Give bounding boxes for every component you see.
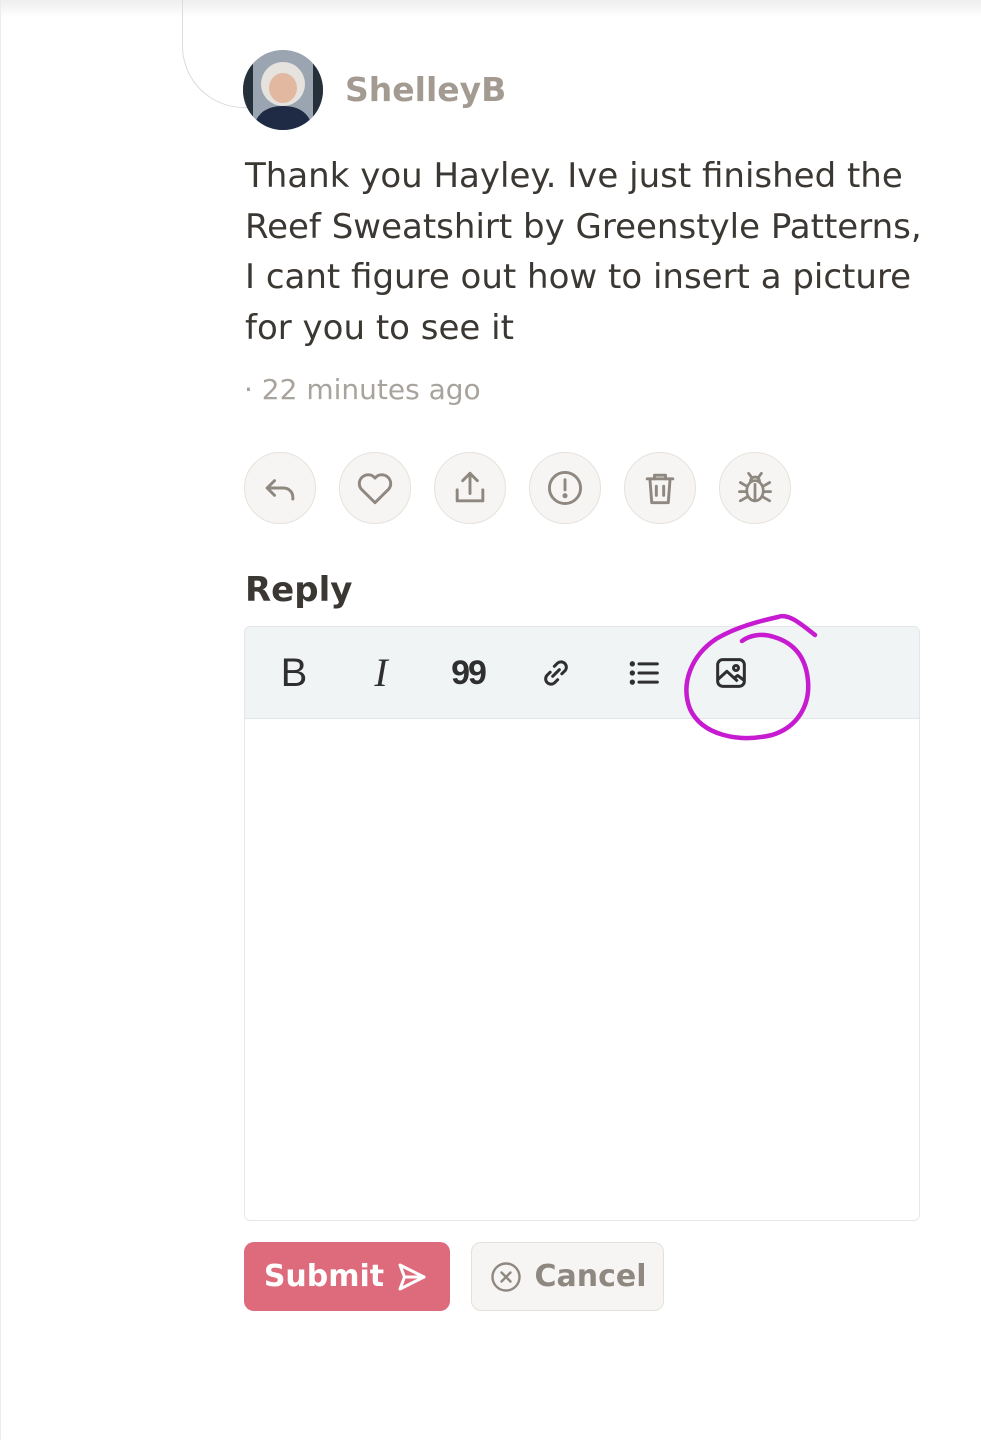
- link-icon: [544, 660, 568, 686]
- reply-editor: B I 99: [244, 626, 920, 1221]
- insert-image-button[interactable]: [707, 649, 755, 697]
- list-icon: [629, 661, 659, 685]
- share-icon: [455, 471, 485, 503]
- reply-button[interactable]: [244, 452, 316, 524]
- debug-button[interactable]: [719, 452, 791, 524]
- submit-label: Submit: [263, 1259, 385, 1294]
- delete-button[interactable]: [624, 452, 696, 524]
- trash-icon: [645, 473, 675, 505]
- cancel-label: Cancel: [534, 1259, 647, 1294]
- page-top-shadow: [0, 0, 981, 18]
- image-icon: [716, 658, 746, 688]
- send-icon: [398, 1263, 426, 1290]
- comment-body: Thank you Hayley. Ive just finished the …: [245, 156, 922, 348]
- avatar[interactable]: [243, 50, 323, 130]
- cancel-button[interactable]: Cancel: [471, 1242, 664, 1311]
- submit-button[interactable]: Submit: [244, 1242, 450, 1311]
- cancel-icon: [491, 1261, 522, 1292]
- list-button[interactable]: [620, 649, 668, 697]
- quote-button[interactable]: 99: [444, 649, 492, 697]
- share-button[interactable]: [434, 452, 506, 524]
- page-left-border: [0, 0, 1, 1440]
- alert-circle-icon: [547, 470, 583, 506]
- reply-icon: [265, 479, 295, 501]
- italic-icon: I: [374, 650, 388, 695]
- comment-timestamp: · 22 minutes ago: [244, 373, 481, 406]
- heart-icon: [357, 473, 393, 505]
- bug-icon: [738, 471, 772, 503]
- quote-icon: 99: [451, 654, 487, 692]
- like-button[interactable]: [339, 452, 411, 524]
- reply-textarea[interactable]: [245, 719, 919, 1219]
- reply-heading: Reply: [245, 570, 353, 610]
- italic-button[interactable]: I: [357, 649, 405, 697]
- bold-button[interactable]: B: [270, 649, 318, 697]
- link-button[interactable]: [532, 649, 580, 697]
- report-button[interactable]: [529, 452, 601, 524]
- editor-toolbar: B I 99: [245, 627, 919, 719]
- bold-icon: B: [280, 651, 308, 695]
- comment-author[interactable]: ShelleyB: [345, 70, 506, 110]
